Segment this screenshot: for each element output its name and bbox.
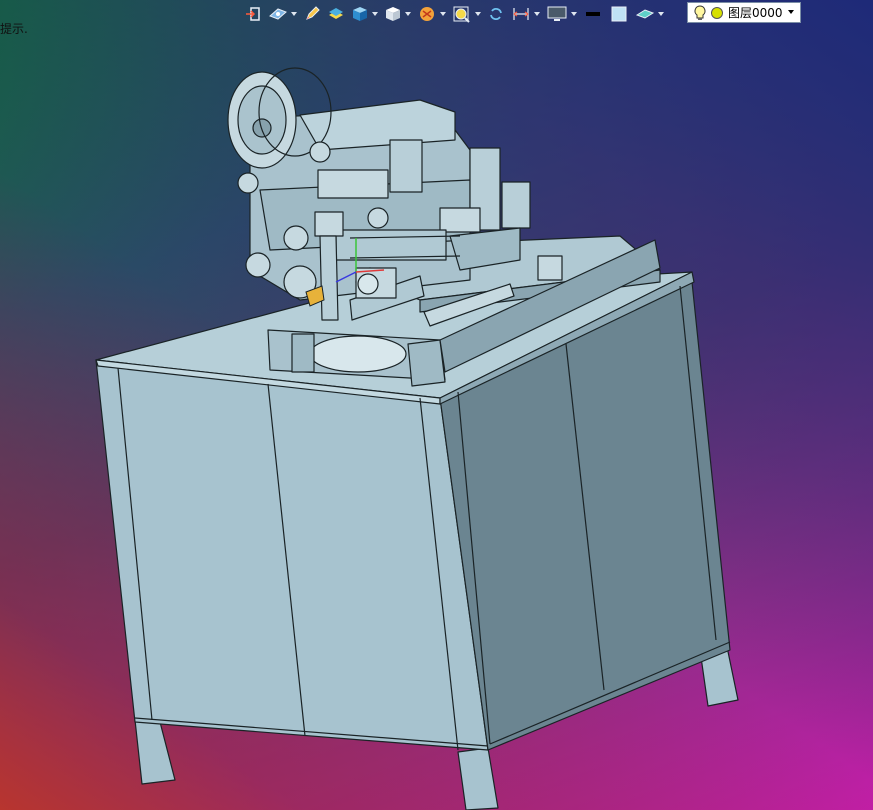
chevron-down-icon [788, 10, 794, 14]
exit-sketch-icon [246, 7, 260, 21]
pencil-button[interactable] [300, 3, 324, 25]
leg-front-left [134, 719, 176, 785]
surface-display-icon [635, 9, 655, 19]
view-toolbar [241, 2, 667, 26]
chevron-down-icon [534, 12, 540, 16]
machine-model [95, 67, 739, 810]
wire-cube-icon [386, 7, 400, 21]
section-view-icon [420, 7, 434, 21]
view-orientation-icon [269, 8, 287, 20]
rotate-button[interactable] [484, 3, 508, 25]
view-orientation-button[interactable] [265, 3, 300, 25]
chevron-down-icon [571, 12, 577, 16]
zoom-icon [453, 6, 470, 23]
display-monitor-button[interactable] [543, 3, 580, 25]
layer-stack-icon [329, 8, 343, 19]
shaded-cube-icon [353, 7, 367, 21]
cabinet-front [95, 359, 489, 751]
line-color-swatch-icon [586, 12, 600, 16]
zoom-button[interactable] [449, 3, 484, 25]
section-view-button[interactable] [414, 3, 449, 25]
fill-color-button[interactable] [606, 3, 632, 25]
display-monitor-icon [547, 6, 567, 21]
fill-color-swatch-icon [611, 6, 627, 22]
chevron-down-icon [372, 12, 378, 16]
dimension-button[interactable] [508, 3, 543, 25]
dimension-icon [513, 8, 529, 20]
wire-cube-button[interactable] [381, 3, 414, 25]
chevron-down-icon [440, 12, 446, 16]
rotate-icon [490, 8, 502, 20]
chevron-down-icon [291, 12, 297, 16]
model-viewport[interactable] [0, 0, 873, 810]
shaded-cube-button[interactable] [348, 3, 381, 25]
exit-sketch-button[interactable] [241, 3, 265, 25]
line-color-button[interactable] [580, 3, 606, 25]
layer-stack-button[interactable] [324, 3, 348, 25]
surface-display-button[interactable] [632, 3, 667, 25]
chevron-down-icon [658, 12, 664, 16]
pencil-icon [306, 6, 320, 20]
leg-front-right [457, 747, 499, 810]
layer-dropdown[interactable]: 图层0000 [687, 2, 801, 23]
lightbulb-icon [694, 4, 706, 20]
layer-name: 图层0000 [728, 6, 783, 20]
chevron-down-icon [405, 12, 411, 16]
layer-light-icon [711, 6, 723, 19]
chevron-down-icon [475, 12, 481, 16]
